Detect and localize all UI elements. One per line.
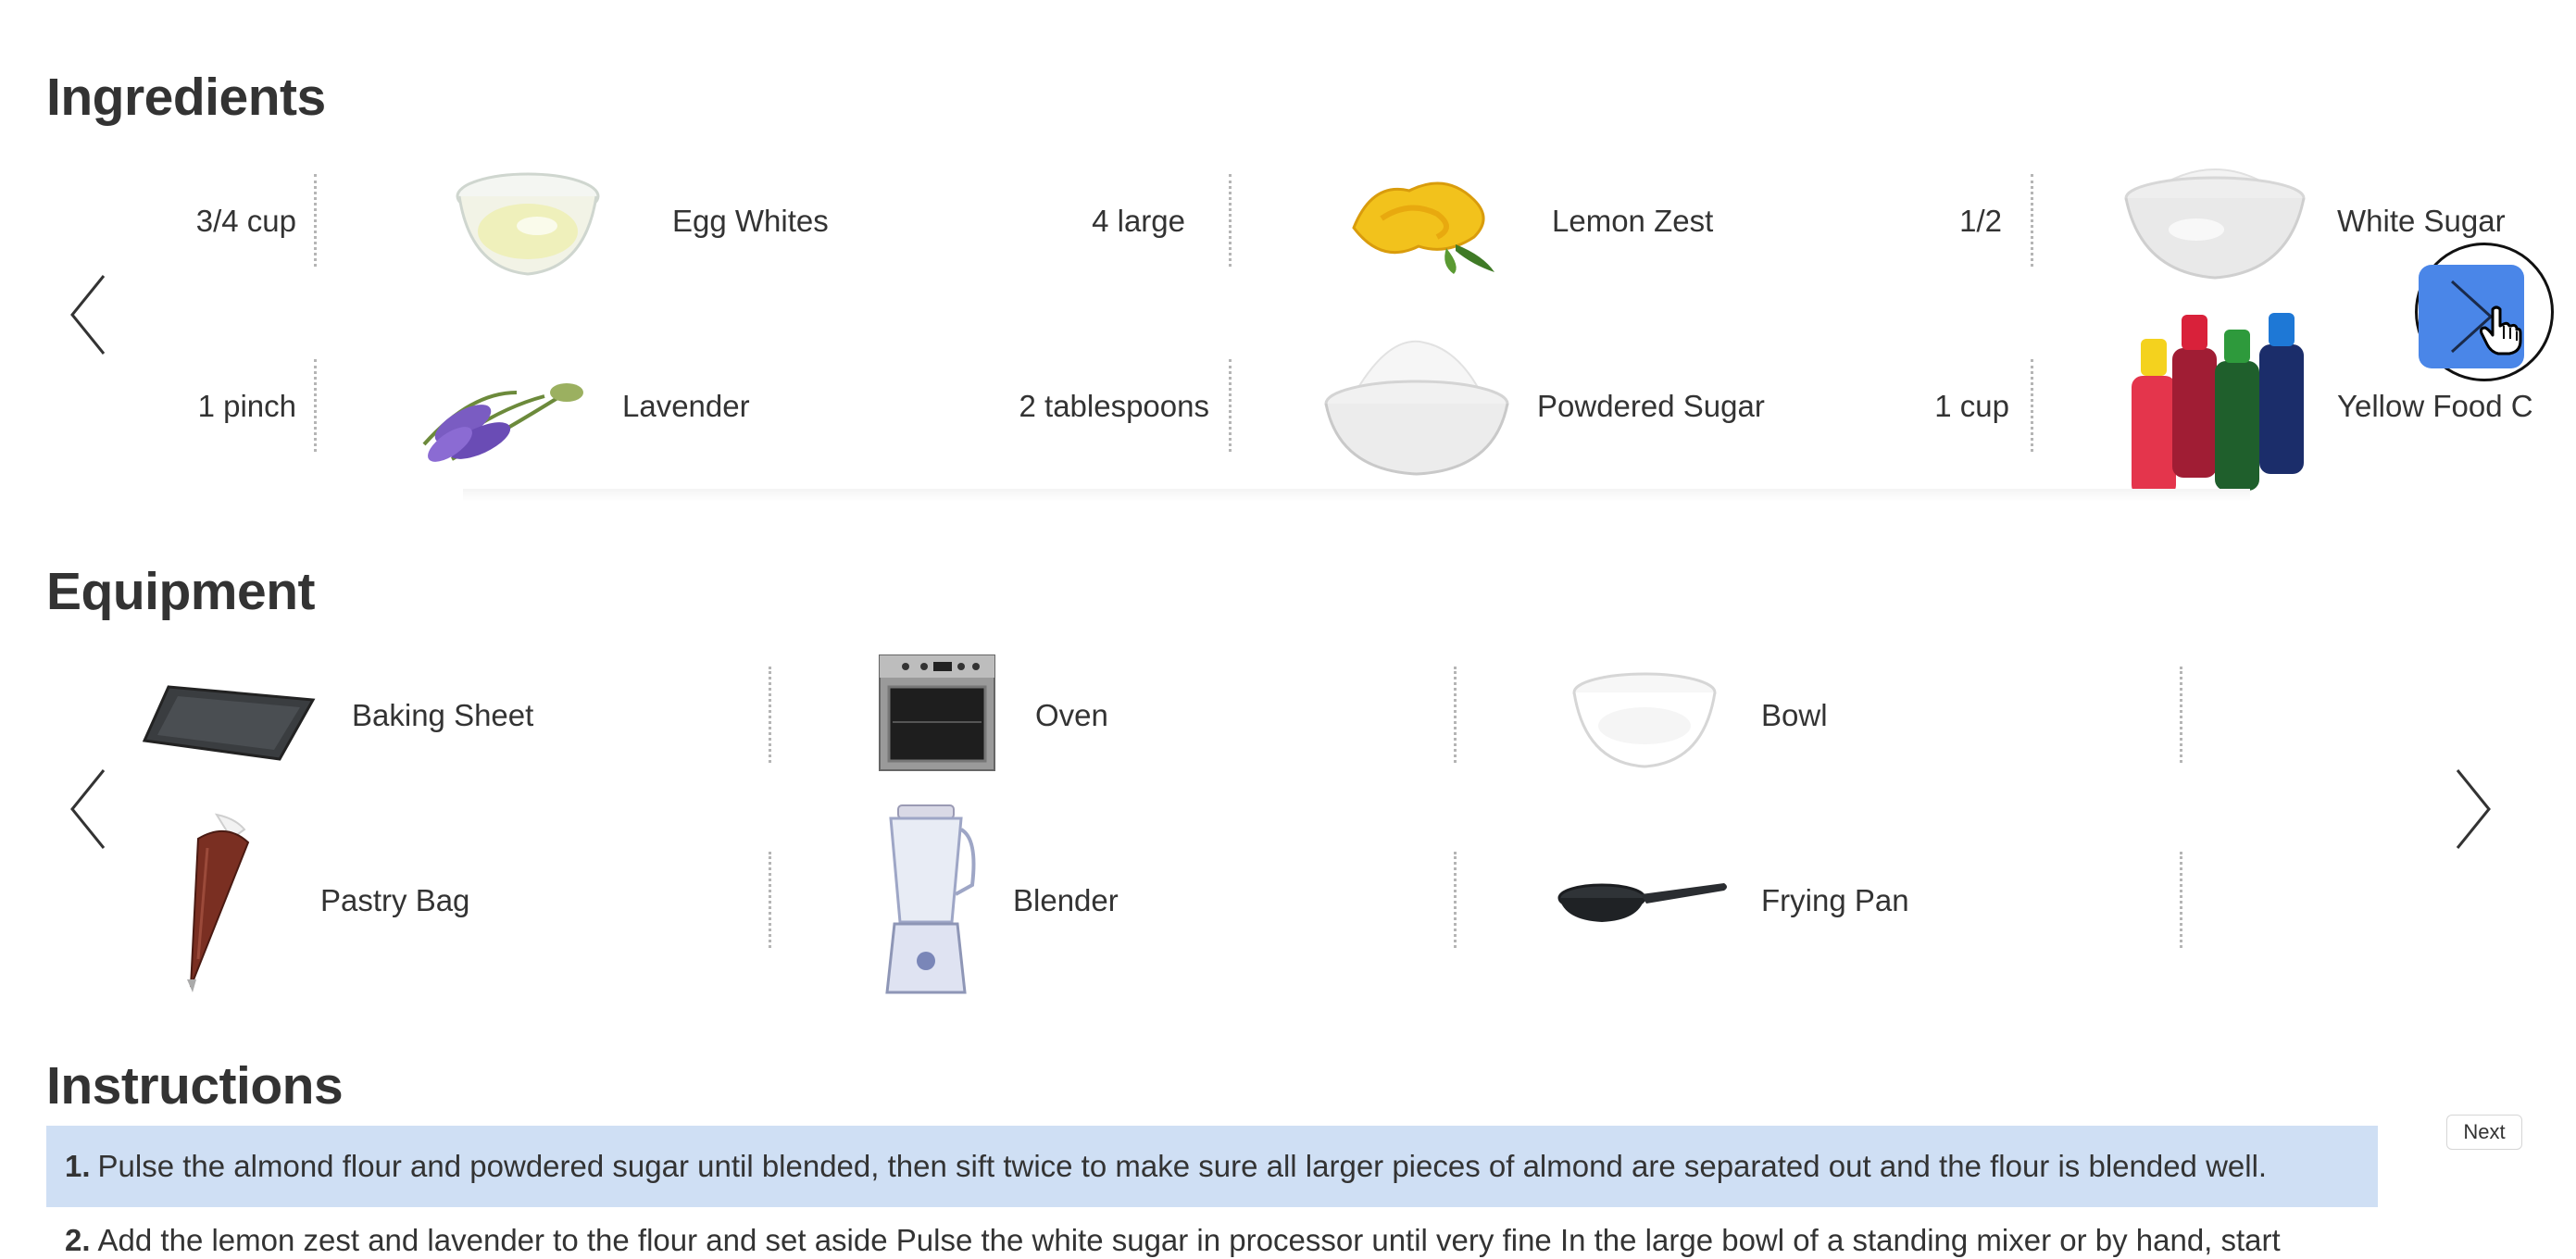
equipment-name: Pastry Bag — [320, 883, 470, 917]
lavender-icon — [415, 355, 591, 467]
step-text: Add the lemon zest and lavender to the f… — [97, 1223, 2281, 1257]
step-text: Pulse the almond flour and powdered suga… — [97, 1149, 2268, 1183]
next-step-button[interactable]: Next — [2446, 1115, 2522, 1150]
equipment-next-arrow[interactable] — [2445, 763, 2500, 855]
equipment-name: Oven — [1035, 698, 1108, 732]
blender-icon — [870, 802, 982, 998]
ingredient-qty: 1/2 — [1959, 204, 2002, 238]
divider — [1454, 852, 1457, 948]
ingredient-qty: 2 tablespoons — [1019, 389, 1210, 423]
powdered-sugar-icon — [1322, 333, 1511, 478]
instruction-step[interactable]: 2. Add the lemon zest and lavender to the… — [46, 1222, 2378, 1259]
ingredient-name: Powdered Sugar — [1537, 389, 1765, 423]
divider — [769, 852, 771, 948]
food-coloring-icon — [2126, 311, 2311, 502]
ingredient-qty: 4 large — [1092, 204, 1185, 238]
equipment-name: Blender — [1013, 883, 1119, 917]
divider — [769, 667, 771, 763]
step-number: 2. — [65, 1223, 91, 1257]
chevron-right-icon — [2456, 769, 2491, 849]
white-sugar-icon — [2122, 156, 2307, 285]
divider — [2031, 359, 2033, 452]
divider — [1229, 359, 1232, 452]
carousel-shadow — [463, 489, 2250, 502]
chevron-left-icon — [70, 275, 106, 355]
ingredient-name: Egg Whites — [672, 204, 829, 238]
ingredient-qty: 3/4 cup — [195, 204, 296, 238]
ingredient-name: Lavender — [622, 389, 750, 423]
divider — [2180, 667, 2182, 763]
chevron-left-icon — [70, 769, 106, 849]
egg-whites-icon — [454, 159, 602, 289]
divider — [2180, 852, 2182, 948]
pastry-bag-icon — [170, 811, 263, 992]
equipment-name: Bowl — [1761, 698, 1828, 732]
instructions-title: Instructions — [46, 1056, 344, 1116]
frying-pan-icon — [1557, 876, 1730, 926]
bowl-icon — [1570, 670, 1719, 772]
lemon-zest-icon — [1344, 163, 1502, 274]
divider — [1229, 174, 1232, 267]
ingredient-name: White Sugar — [2337, 204, 2506, 238]
ingredient-qty: 1 pinch — [197, 389, 296, 423]
hand-cursor-icon — [2480, 305, 2522, 355]
divider — [2031, 174, 2033, 267]
ingredient-name: Lemon Zest — [1552, 204, 1714, 238]
ingredients-prev-arrow[interactable] — [61, 268, 117, 361]
ingredient-name: Yellow Food C — [2337, 389, 2533, 423]
ingredient-qty: 1 cup — [1934, 389, 2009, 423]
step-number: 1. — [65, 1149, 91, 1183]
equipment-title: Equipment — [46, 562, 316, 621]
divider — [314, 359, 317, 452]
oven-icon — [878, 654, 996, 772]
equipment-name: Frying Pan — [1761, 883, 1909, 917]
divider — [314, 174, 317, 267]
equipment-prev-arrow[interactable] — [61, 763, 117, 855]
divider — [1454, 667, 1457, 763]
instruction-step-active[interactable]: 1. Pulse the almond flour and powdered su… — [46, 1126, 2378, 1207]
ingredients-title: Ingredients — [46, 68, 326, 127]
equipment-name: Baking Sheet — [352, 698, 534, 732]
baking-sheet-icon — [141, 676, 317, 768]
